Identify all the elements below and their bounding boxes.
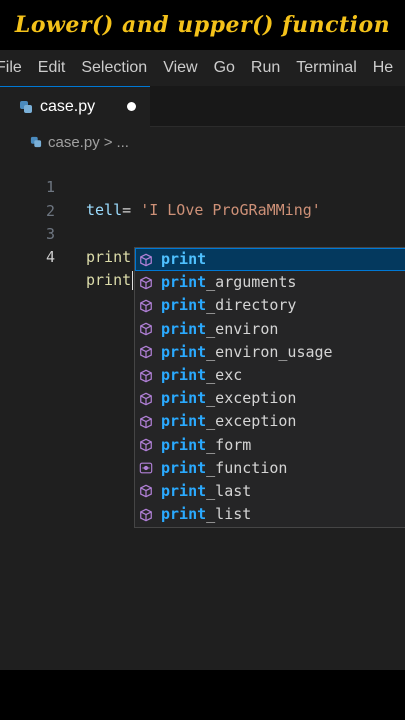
python-icon <box>30 136 42 148</box>
suggestion-rest-text: _exc <box>206 365 243 384</box>
line-number: 4 <box>45 248 55 266</box>
suggestion-match-text: print <box>161 296 207 315</box>
suggestion-rest-text: _exception <box>206 412 297 431</box>
cube-icon <box>139 392 153 406</box>
token-function: print <box>86 248 132 266</box>
cube-icon <box>139 253 153 267</box>
cube-icon <box>139 299 153 313</box>
menu-help[interactable]: He <box>365 59 401 77</box>
menu-view[interactable]: View <box>155 59 205 77</box>
suggestion-rest-text: _environ <box>206 319 279 338</box>
cube-icon <box>139 276 153 290</box>
suggestion-item[interactable]: print _environ <box>135 318 405 341</box>
suggestion-rest-text: _list <box>206 505 252 524</box>
suggestion-rest-text: _directory <box>206 296 297 315</box>
suggestion-rest-text: _form <box>206 435 252 454</box>
editor-tab-bar: case.py <box>0 86 405 127</box>
bottom-bar <box>0 670 405 720</box>
video-title-banner: Lower() and upper() function <box>0 0 405 50</box>
suggestion-item[interactable]: print _list <box>135 503 405 526</box>
suggestion-match-text: print <box>161 458 207 477</box>
cube-icon <box>139 415 153 429</box>
suggestion-item[interactable]: print _directory <box>135 294 405 317</box>
text-cursor <box>132 271 134 290</box>
menu-bar: File Edit Selection View Go Run Terminal… <box>0 50 405 86</box>
menu-edit[interactable]: Edit <box>30 59 74 77</box>
suggestion-rest-text: _function <box>206 458 288 477</box>
cube-icon <box>139 369 153 383</box>
suggestion-item[interactable]: print _exception <box>135 387 405 410</box>
suggestion-match-text: print <box>161 319 207 338</box>
menu-go[interactable]: Go <box>206 59 243 77</box>
unsaved-dot-icon[interactable] <box>127 102 136 111</box>
suggestion-match-text: print <box>161 342 207 361</box>
suggestion-match-text: print <box>161 250 207 268</box>
cube-icon <box>139 484 153 498</box>
cube-icon <box>139 438 153 452</box>
code-line-1[interactable]: 1 tell= 'I LOve ProGRaMMing' <box>0 153 405 219</box>
python-icon <box>20 101 32 113</box>
menu-run[interactable]: Run <box>243 59 288 77</box>
suggestion-match-text: print <box>161 435 207 454</box>
suggestion-match-text: print <box>161 273 207 292</box>
suggestion-match-text: print <box>161 389 207 408</box>
menu-selection[interactable]: Selection <box>73 59 155 77</box>
suggestion-rest-text: _environ_usage <box>206 342 333 361</box>
suggestion-item[interactable]: print _function <box>135 457 405 480</box>
token-function: print <box>86 271 132 289</box>
video-title: Lower() and upper() function <box>14 12 391 38</box>
cube-icon <box>139 345 153 359</box>
breadcrumb-more[interactable]: ... <box>116 134 129 151</box>
suggestion-rest-text: _last <box>206 481 252 500</box>
suggestion-item[interactable]: print _exception <box>135 410 405 433</box>
breadcrumb-file[interactable]: case.py <box>48 134 100 151</box>
suggestion-item[interactable]: print _environ_usage <box>135 341 405 364</box>
tab-label: case.py <box>40 98 96 115</box>
suggestion-item[interactable]: print _last <box>135 480 405 503</box>
suggestion-item[interactable]: print _form <box>135 434 405 457</box>
code-line-4[interactable]: 4 print <box>0 223 405 290</box>
line-content: print <box>86 269 134 292</box>
symbol-method-icon <box>139 461 153 475</box>
code-line-2[interactable]: 2 <box>0 177 405 220</box>
suggestion-match-text: print <box>161 412 207 431</box>
tab-case-py[interactable]: case.py <box>0 86 150 127</box>
suggestion-match-text: print <box>161 481 207 500</box>
suggestion-item[interactable]: print _arguments <box>135 271 405 294</box>
code-line-3[interactable]: 3 print(tell.lower()) <box>0 200 405 266</box>
suggestion-rest-text: _exception <box>206 389 297 408</box>
suggestion-rest-text: _arguments <box>206 273 297 292</box>
cube-icon <box>139 322 153 336</box>
menu-terminal[interactable]: Terminal <box>288 59 364 77</box>
breadcrumb-separator: > <box>103 133 113 151</box>
suggestion-match-text: print <box>161 365 207 384</box>
menu-file[interactable]: File <box>0 59 30 77</box>
suggestion-item[interactable]: print _exc <box>135 364 405 387</box>
suggestion-item[interactable]: print <box>135 248 405 272</box>
cube-icon <box>139 508 153 522</box>
autocomplete-suggestion-list[interactable]: print print _arguments print _directory print… <box>134 247 405 528</box>
suggestion-match-text: print <box>161 505 207 524</box>
